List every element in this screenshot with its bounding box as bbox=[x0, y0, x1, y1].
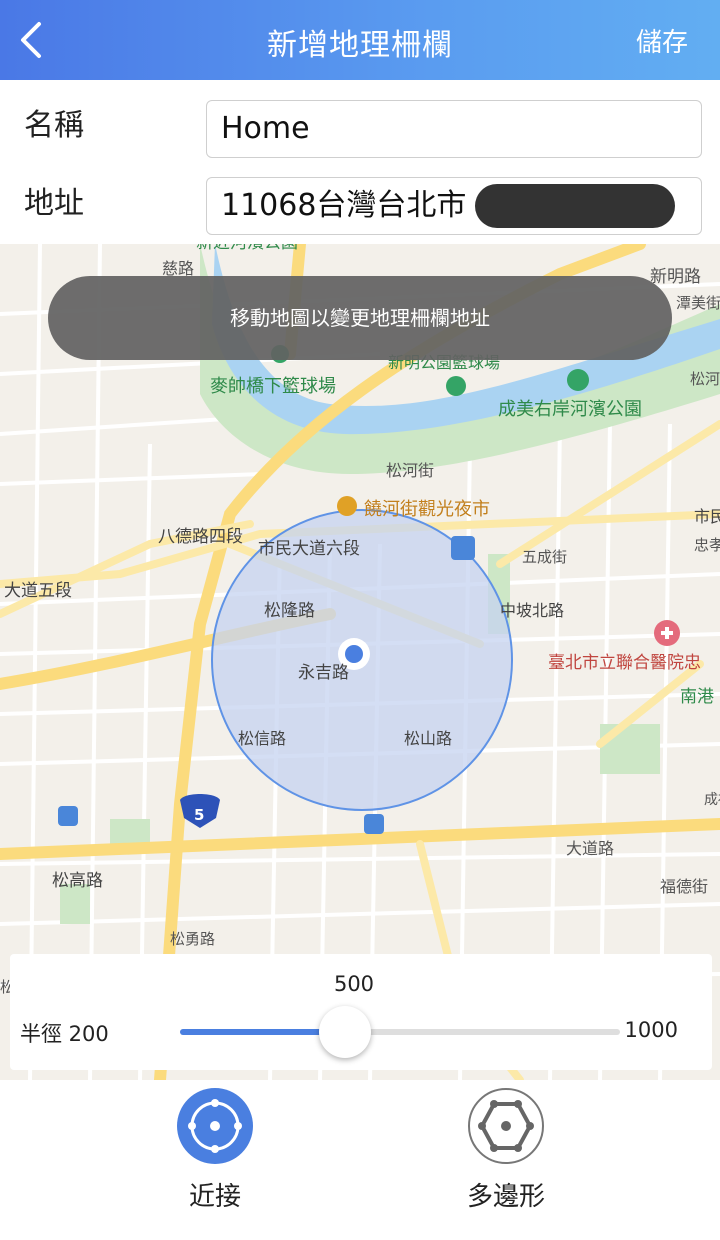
app-header: 新增地理柵欄 儲存 bbox=[0, 0, 720, 80]
label-court-maishuai: 麥帥橋下籃球場 bbox=[210, 376, 336, 397]
label-road-shi: 市民 bbox=[694, 507, 720, 526]
label-park-top: 新近河濱公園 bbox=[196, 244, 298, 253]
geofence-form: 名稱 Home 地址 11068台灣台北市 bbox=[0, 80, 720, 244]
polygon-mode-label: 多邊形 bbox=[466, 1182, 545, 1212]
label-hospital: 臺北市立聯合醫院忠 bbox=[548, 653, 701, 673]
label-road-songxin: 松信路 bbox=[238, 729, 286, 748]
radius-max-label: 1000 bbox=[624, 1018, 678, 1042]
label-road-xinming: 新明路 bbox=[650, 267, 701, 287]
polygon-icon bbox=[468, 1088, 544, 1164]
basketball-court-icon bbox=[446, 376, 466, 396]
metro-station-icon-3 bbox=[364, 814, 384, 834]
address-label: 地址 bbox=[24, 186, 84, 221]
label-road-song-right: 松河 bbox=[690, 370, 720, 388]
park-icon bbox=[567, 369, 589, 391]
label-road-songhe: 松河街 bbox=[386, 461, 434, 480]
radius-slider[interactable] bbox=[180, 1006, 620, 1058]
page-title: 新增地理柵欄 bbox=[267, 28, 453, 63]
night-market-icon bbox=[337, 496, 357, 516]
radius-panel: 500 半徑 200 1000 bbox=[10, 954, 712, 1070]
radius-current-value: 500 bbox=[333, 972, 375, 996]
name-field[interactable]: Home bbox=[206, 100, 702, 158]
label-road-zhong: 忠孝 bbox=[694, 536, 720, 554]
label-park-chengmei: 成美右岸河濱公園 bbox=[498, 399, 642, 420]
label-nangang: 南港 bbox=[680, 687, 714, 707]
name-label: 名稱 bbox=[24, 108, 84, 143]
label-road-songgao: 松高路 bbox=[52, 871, 103, 891]
proximity-icon bbox=[177, 1088, 253, 1164]
label-road-songlong: 松隆路 bbox=[264, 601, 315, 621]
label-highway-shield: 5 bbox=[194, 806, 204, 824]
save-button[interactable]: 儲存 bbox=[636, 22, 688, 59]
radius-min-label: 半徑 200 bbox=[20, 1022, 109, 1046]
label-road-chengfu: 成福 bbox=[704, 792, 720, 808]
label-road-songyong: 松勇路 bbox=[170, 930, 215, 948]
proximity-mode-label: 近接 bbox=[188, 1182, 241, 1212]
label-road-tanmei: 潭美街 bbox=[676, 294, 720, 312]
metro-station-icon-2 bbox=[58, 806, 78, 826]
proximity-mode-button[interactable]: 近接 bbox=[145, 1086, 285, 1216]
label-road-shimin5: 大道五段 bbox=[4, 581, 72, 601]
metro-station-icon bbox=[451, 536, 475, 560]
redaction-mark bbox=[475, 184, 675, 228]
center-marker bbox=[345, 645, 363, 663]
label-road-wucheng: 五成街 bbox=[522, 548, 567, 566]
address-field[interactable]: 11068台灣台北市 bbox=[206, 177, 702, 235]
label-road-dadao: 大道路 bbox=[566, 839, 614, 858]
label-road-fude: 福德街 bbox=[660, 877, 708, 896]
label-road-bade: 八德路四段 bbox=[158, 527, 243, 547]
polygon-mode-button[interactable]: 多邊形 bbox=[436, 1086, 576, 1216]
radius-slider-thumb[interactable] bbox=[319, 1006, 371, 1058]
mode-selector: 近接 多邊形 bbox=[0, 1080, 720, 1240]
label-road-yongji: 永吉路 bbox=[298, 663, 349, 683]
label-road-shimin: 市民大道六段 bbox=[258, 539, 360, 559]
name-field-value: Home bbox=[221, 111, 310, 146]
address-field-value: 11068台灣台北市 bbox=[221, 188, 467, 223]
label-night-market: 饒河街觀光夜市 bbox=[364, 499, 490, 520]
label-road-songshan: 松山路 bbox=[404, 729, 452, 748]
map-hint-toast: 移動地圖以變更地理柵欄地址 bbox=[48, 276, 672, 360]
label-road-zhongpo: 中坡北路 bbox=[500, 601, 564, 620]
